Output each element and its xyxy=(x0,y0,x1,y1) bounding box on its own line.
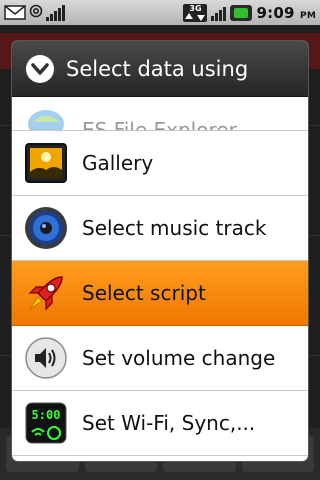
list-item-label: Select script xyxy=(82,281,206,305)
list-item-select-music-track[interactable]: Select music track xyxy=(12,196,308,261)
list-item-label: Gallery xyxy=(82,151,154,175)
list-item-label: Select music track xyxy=(82,216,267,240)
volume-icon xyxy=(24,336,68,380)
list-item-label: ES File Explorer xyxy=(82,118,237,131)
rocket-icon xyxy=(24,271,68,315)
list-item-label: Set volume change xyxy=(82,346,276,370)
gallery-icon xyxy=(24,141,68,185)
svg-text:5:00: 5:00 xyxy=(32,408,61,422)
list-item-set-wifi-sync[interactable]: 5:00 Set Wi-Fi, Sync,... xyxy=(12,391,308,456)
at-icon xyxy=(29,3,43,22)
list-item-gallery[interactable]: Gallery xyxy=(12,131,308,196)
signal-bars-icon xyxy=(46,4,65,21)
option-list: ES File Explorer Gallery Select music tr… xyxy=(12,98,308,456)
list-item-select-script[interactable]: Select script xyxy=(12,261,308,326)
dialog-title: Select data using xyxy=(66,56,249,81)
es-file-explorer-icon xyxy=(24,100,68,130)
list-item-label: Set Wi-Fi, Sync,... xyxy=(82,411,256,435)
speaker-icon xyxy=(24,206,68,250)
list-item-set-volume-change[interactable]: Set volume change xyxy=(12,326,308,391)
envelope-icon xyxy=(4,5,26,20)
wifi-sync-icon: 5:00 xyxy=(24,401,68,445)
3g-icon: 3G xyxy=(183,3,208,22)
dialog-header: Select data using xyxy=(12,41,308,97)
battery-icon xyxy=(230,4,253,21)
status-clock: 9:09 PM xyxy=(256,3,316,22)
list-item-es-file-explorer[interactable]: ES File Explorer xyxy=(12,98,308,131)
signal-icon xyxy=(211,5,227,21)
status-bar: 3G 9:09 PM xyxy=(0,0,320,25)
select-data-dialog: Select data using ES File Explorer Galle… xyxy=(12,41,308,461)
chevron-down-circle-icon xyxy=(26,54,54,83)
network-type: 3G xyxy=(189,3,202,13)
